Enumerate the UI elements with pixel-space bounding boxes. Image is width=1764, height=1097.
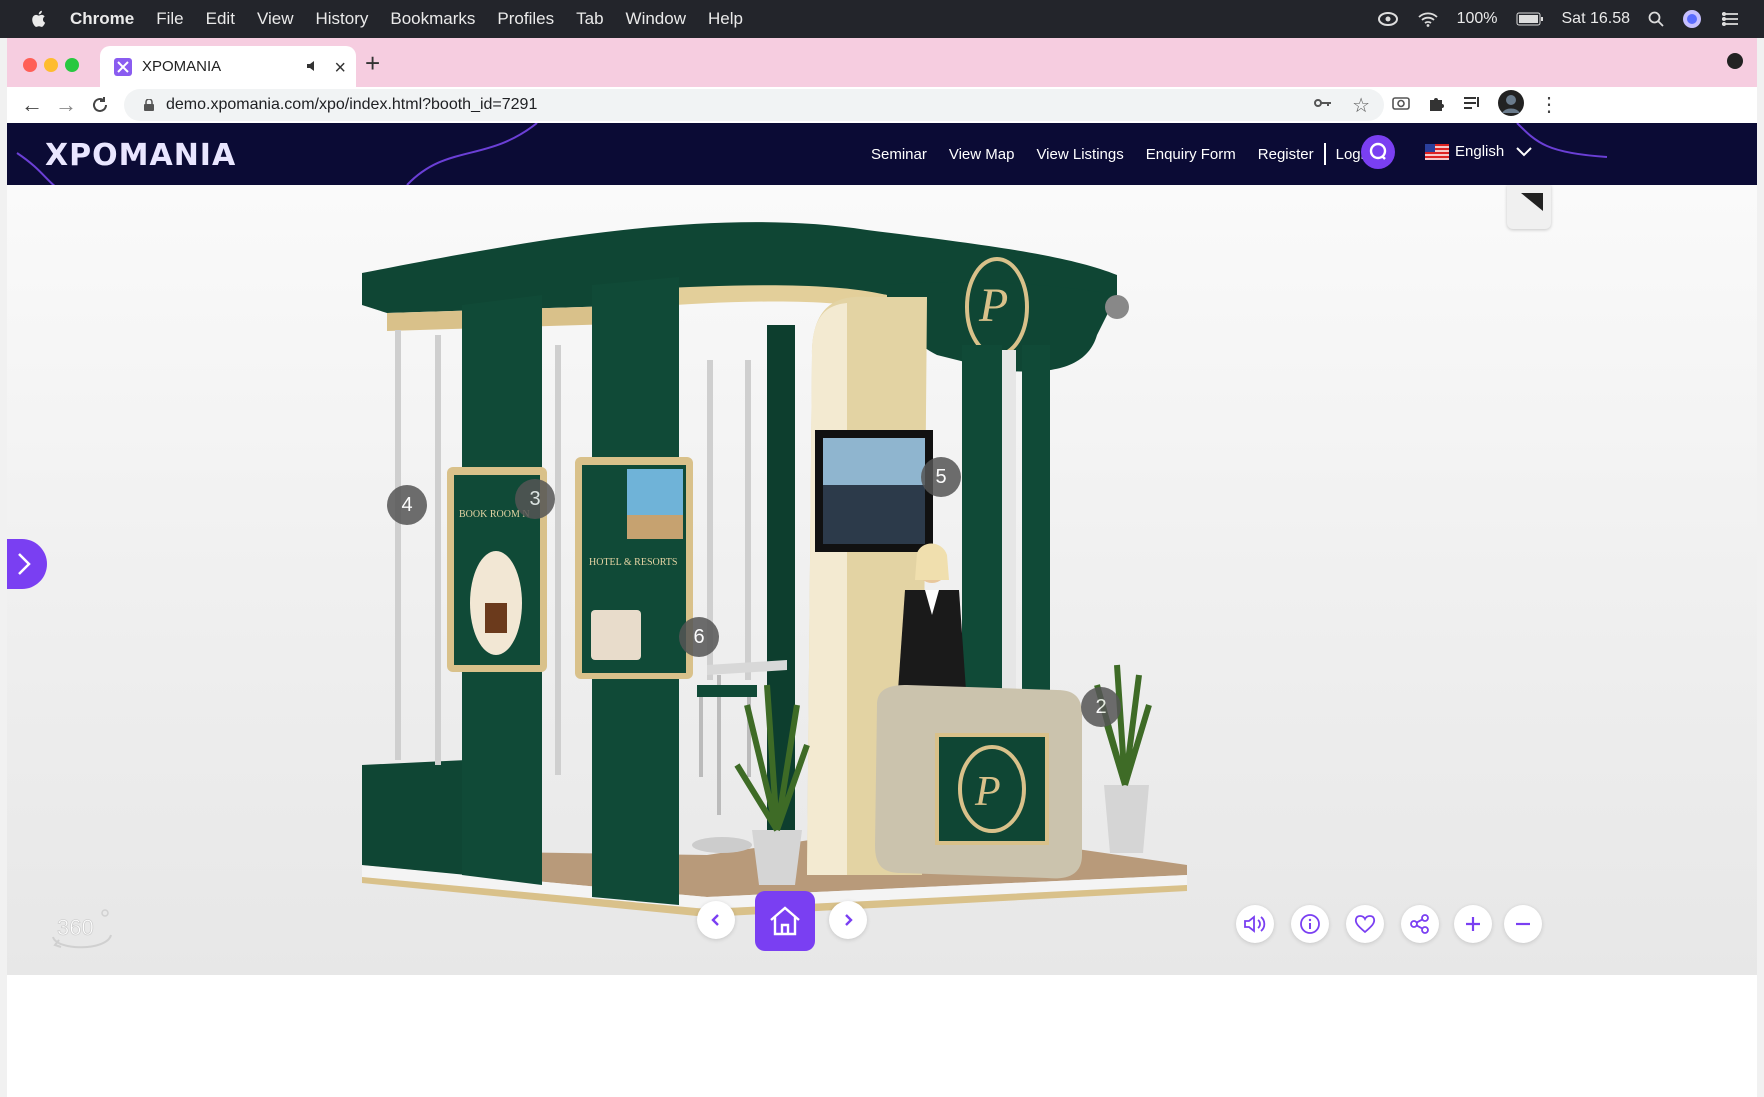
bookmark-star-icon[interactable]: ☆ (1352, 93, 1370, 118)
us-flag-icon (1425, 143, 1449, 160)
share-button[interactable] (1401, 905, 1439, 943)
lock-icon[interactable] (144, 99, 154, 111)
site-search-button[interactable] (1361, 135, 1395, 169)
creative-cloud-icon[interactable] (1377, 11, 1399, 27)
favorite-button[interactable] (1346, 905, 1384, 943)
next-booth-button[interactable] (829, 901, 867, 939)
os-menubar: Chrome File Edit View History Bookmarks … (0, 0, 1764, 38)
chevron-right-icon (18, 553, 31, 575)
siri-icon[interactable] (1682, 9, 1702, 29)
page-bottom-area (7, 975, 1757, 1097)
site-nav: Seminar View Map View Listings Enquiry F… (871, 123, 1394, 185)
svg-text:P: P (974, 769, 1001, 815)
spotlight-search-icon[interactable] (1648, 11, 1664, 27)
wifi-icon[interactable] (1417, 11, 1439, 27)
menu-window[interactable]: Window (626, 9, 686, 29)
nav-view-map[interactable]: View Map (949, 146, 1015, 163)
nav-seminar[interactable]: Seminar (871, 146, 927, 163)
search-icon (1369, 142, 1387, 160)
sidebar-toggle-button[interactable] (7, 539, 47, 589)
svg-text:360: 360 (57, 915, 94, 940)
language-label: English (1455, 143, 1505, 160)
menu-edit[interactable]: Edit (206, 9, 235, 29)
screenshot-camera-icon[interactable] (1391, 93, 1411, 113)
browser-tab[interactable]: XPOMANIA × (100, 46, 356, 87)
chevron-left-icon (711, 914, 719, 926)
info-icon (1300, 914, 1320, 934)
reading-list-icon[interactable] (1462, 93, 1482, 113)
home-icon (770, 906, 800, 936)
corner-fold-icon (1521, 193, 1543, 211)
extensions-puzzle-icon[interactable] (1427, 93, 1447, 113)
menu-file[interactable]: File (156, 9, 183, 29)
hotspot-2[interactable]: 2 (1081, 687, 1121, 727)
menu-help[interactable]: Help (708, 9, 743, 29)
menubar-app-name[interactable]: Chrome (70, 9, 134, 29)
hotspot-4[interactable]: 4 (387, 485, 427, 525)
svg-text:P: P (978, 279, 1008, 332)
tab-search-icon[interactable] (1727, 53, 1743, 69)
plus-icon (1466, 917, 1480, 931)
menu-history[interactable]: History (315, 9, 368, 29)
forward-icon[interactable]: → (55, 92, 77, 118)
browser-tab-strip: XPOMANIA × + (7, 38, 1757, 87)
booth-3d-viewer[interactable]: P BOOK ROOM N HOTEL & RESORTS P 2 3 4 5 … (7, 185, 1757, 975)
chrome-menu-icon[interactable]: ⋮ (1539, 92, 1559, 117)
menu-view[interactable]: View (257, 9, 294, 29)
tab-title: XPOMANIA (142, 58, 222, 75)
window-close-button[interactable] (23, 58, 37, 72)
share-icon (1410, 914, 1429, 934)
hotspot-5[interactable]: 5 (921, 457, 961, 497)
home-button[interactable] (755, 891, 815, 951)
site-header: XPOMANIA Seminar View Map View Listings … (7, 123, 1757, 185)
password-key-icon[interactable] (1314, 97, 1332, 109)
window-minimize-button[interactable] (44, 58, 58, 72)
zoom-in-button[interactable] (1454, 905, 1492, 943)
tab-close-icon[interactable]: × (334, 57, 346, 80)
sound-button[interactable] (1236, 905, 1274, 943)
heart-icon (1354, 915, 1376, 934)
menu-tab[interactable]: Tab (576, 9, 603, 29)
battery-percent: 100% (1456, 10, 1498, 27)
hotspot-6[interactable]: 6 (679, 617, 719, 657)
info-button[interactable] (1291, 905, 1329, 943)
menu-profiles[interactable]: Profiles (497, 9, 554, 29)
clock[interactable]: Sat 16.58 (1562, 10, 1631, 28)
language-selector[interactable]: English (1425, 143, 1532, 160)
nav-register[interactable]: Register (1258, 146, 1314, 163)
url-text[interactable]: demo.xpomania.com/xpo/index.html?booth_i… (166, 96, 537, 114)
reload-icon[interactable] (91, 96, 109, 114)
battery-icon[interactable] (1516, 12, 1544, 26)
booth-illustration: P BOOK ROOM N HOTEL & RESORTS P (362, 222, 1187, 917)
hotspot-3[interactable]: 3 (515, 479, 555, 519)
profile-avatar-icon[interactable] (1497, 89, 1525, 117)
nav-divider (1323, 143, 1326, 165)
minus-icon (1516, 922, 1530, 926)
poster-right-title: HOTEL & RESORTS (589, 557, 677, 568)
back-icon[interactable]: ← (21, 92, 43, 118)
window-zoom-button[interactable] (65, 58, 79, 72)
browser-toolbar: ← → demo.xpomania.com/xpo/index.html?boo… (7, 87, 1757, 123)
chevron-down-icon (1516, 146, 1532, 156)
site-logo[interactable]: XPOMANIA (45, 138, 236, 173)
site-favicon-icon (114, 57, 132, 76)
apple-icon[interactable] (30, 9, 48, 29)
tab-audio-icon[interactable] (306, 59, 320, 73)
previous-booth-button[interactable] (697, 901, 735, 939)
chevron-right-icon (845, 914, 853, 926)
address-bar[interactable]: demo.xpomania.com/xpo/index.html?booth_i… (124, 89, 1384, 121)
control-center-icon[interactable] (1720, 11, 1740, 27)
360-view-button[interactable]: 360 (47, 905, 117, 960)
nav-enquiry-form[interactable]: Enquiry Form (1146, 146, 1236, 163)
zoom-out-button[interactable] (1504, 905, 1542, 943)
fullscreen-corner-button[interactable] (1507, 185, 1551, 229)
sound-icon (1244, 915, 1266, 933)
new-tab-button[interactable]: + (365, 48, 380, 79)
menu-bookmarks[interactable]: Bookmarks (390, 9, 475, 29)
360-view-icon: 360 (52, 909, 112, 949)
nav-view-listings[interactable]: View Listings (1036, 146, 1123, 163)
